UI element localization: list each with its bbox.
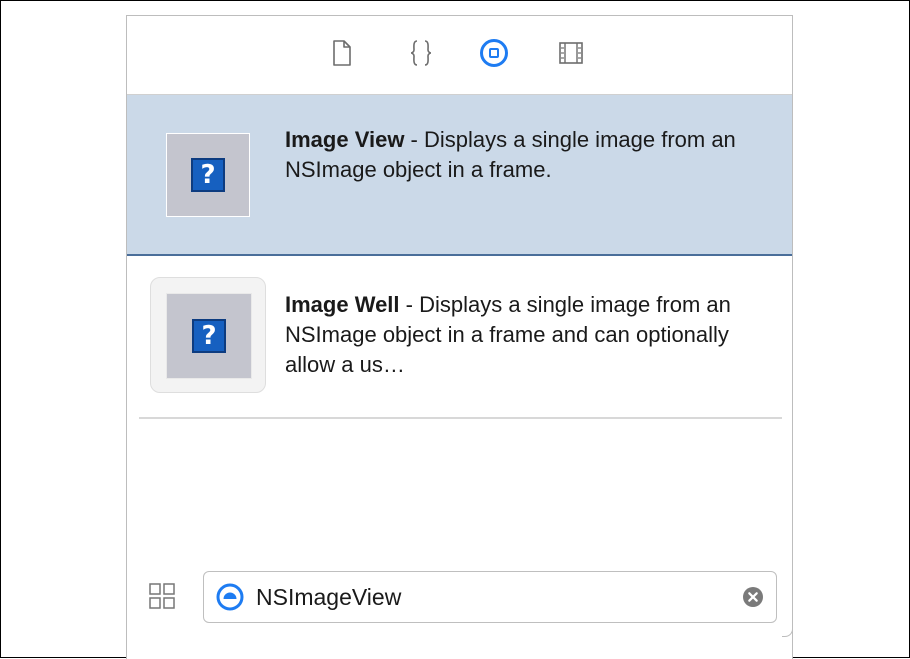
library-panel: ? Image View - Displays a single image f… [126,15,793,659]
library-item-image-view[interactable]: ? Image View - Displays a single image f… [127,95,792,256]
library-item-description: Image Well - Displays a single image fro… [285,290,765,380]
image-well-frame: ? [166,293,252,379]
object-type-icon[interactable] [216,583,244,611]
film-icon[interactable] [556,38,586,68]
braces-icon[interactable] [406,38,436,68]
library-item-image-well[interactable]: ? Image Well - Displays a single image f… [127,257,792,417]
library-filter-field[interactable]: NSImageView [203,571,777,623]
library-item-title: Image View [285,127,405,152]
question-mark-icon: ? [191,158,225,192]
image-view-icon: ? [166,133,250,217]
image-well-icon: ? [150,277,266,393]
filter-input-value[interactable]: NSImageView [256,572,401,622]
library-item-title: Image Well [285,292,400,317]
library-item-description: Image View - Displays a single image fro… [285,125,765,185]
question-mark-icon: ? [192,319,226,353]
clear-icon[interactable] [743,587,763,607]
grid-view-icon[interactable] [147,581,177,611]
library-tab-bar [127,16,792,95]
document-icon[interactable] [327,38,357,68]
list-divider [139,417,782,419]
object-library-icon[interactable] [479,38,509,68]
